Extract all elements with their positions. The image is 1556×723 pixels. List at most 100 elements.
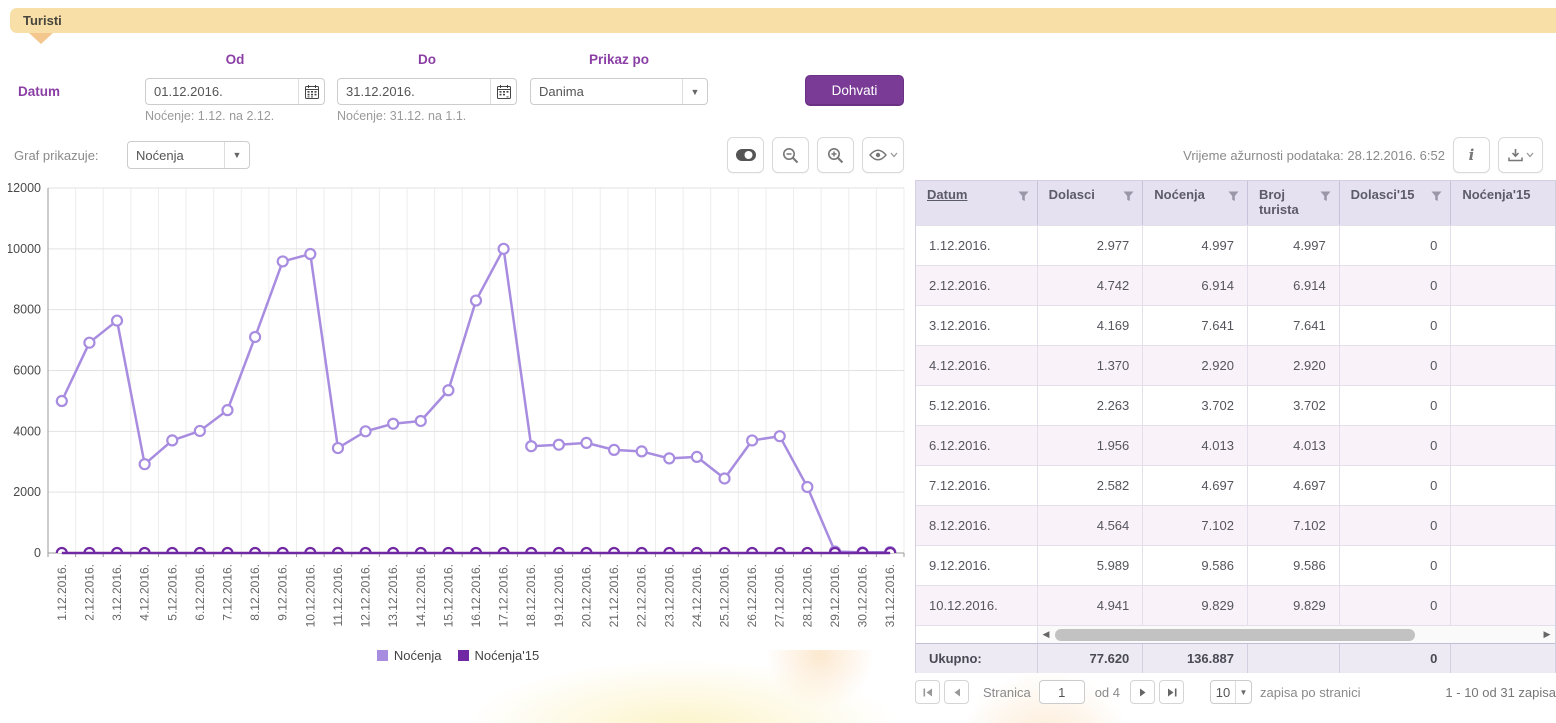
table-row[interactable]: 6.12.2016.1.9564.0134.0130: [916, 425, 1555, 465]
zoom-in-button[interactable]: [817, 137, 854, 173]
column-header-0[interactable]: Datum: [916, 181, 1038, 225]
svg-text:31.12.2016.: 31.12.2016.: [883, 564, 897, 627]
first-page-button[interactable]: [915, 680, 940, 704]
filter-icon[interactable]: [1320, 191, 1331, 202]
svg-text:2.12.2016.: 2.12.2016.: [82, 564, 96, 621]
table-row[interactable]: 9.12.2016.5.9899.5869.5860: [916, 545, 1555, 585]
svg-text:1.12.2016.: 1.12.2016.: [55, 564, 69, 621]
svg-text:20.12.2016.: 20.12.2016.: [579, 564, 593, 627]
table-cell: 2.582: [1038, 466, 1144, 505]
scrollbar-track[interactable]: ◀ ▶: [1038, 626, 1555, 643]
table-cell: 7.641: [1248, 306, 1340, 345]
zoom-out-button[interactable]: [772, 137, 809, 173]
footer-total: 77.620: [1038, 644, 1144, 673]
column-header-label: Noćenja'15: [1462, 188, 1548, 203]
table-cell: 0: [1340, 546, 1452, 585]
prev-page-button[interactable]: [944, 680, 969, 704]
svg-text:11.12.2016.: 11.12.2016.: [331, 564, 345, 627]
graf-prikazuje-select[interactable]: Noćenja ▼: [127, 141, 250, 169]
page-total-label: od 4: [1095, 685, 1120, 700]
filter-icon[interactable]: [1431, 191, 1442, 202]
page-size-value: 10: [1211, 681, 1236, 703]
svg-text:8000: 8000: [13, 303, 41, 317]
scrollbar-thumb[interactable]: [1055, 629, 1415, 641]
table-cell: 0: [1340, 346, 1452, 385]
table-row[interactable]: 2.12.2016.4.7426.9146.9140: [916, 265, 1555, 305]
info-icon: i: [1469, 146, 1475, 164]
column-header-label: Dolasci: [1049, 188, 1113, 203]
table-row[interactable]: 1.12.2016.2.9774.9974.9970: [916, 225, 1555, 265]
last-page-button[interactable]: [1159, 680, 1184, 704]
table-cell: 4.169: [1038, 306, 1144, 345]
visibility-menu-button[interactable]: [862, 137, 904, 173]
prikaz-po-label: Prikaz po: [530, 52, 708, 67]
table-cell: 10.12.2016.: [916, 586, 1038, 625]
date-from-calendar-button[interactable]: [298, 79, 324, 104]
date-to-calendar-button[interactable]: [490, 79, 516, 104]
table-cell: [1451, 226, 1555, 265]
scroll-right-arrow[interactable]: ▶: [1539, 629, 1555, 640]
table-cell: 4.564: [1038, 506, 1144, 545]
column-header-label: Noćenja: [1154, 188, 1223, 203]
first-page-icon: [923, 688, 933, 697]
svg-text:25.12.2016.: 25.12.2016.: [718, 564, 732, 627]
column-header-label: Dolasci'15: [1351, 188, 1433, 203]
table-footer-row: Ukupno:77.620136.8870: [916, 643, 1555, 673]
svg-text:21.12.2016.: 21.12.2016.: [607, 564, 621, 627]
table-cell: [1451, 546, 1555, 585]
graf-prikazuje-label: Graf prikazuje:: [14, 148, 99, 163]
table-cell: 4.997: [1143, 226, 1248, 265]
tab-pointer: [29, 33, 53, 44]
page-size-select[interactable]: 10 ▼: [1210, 680, 1252, 704]
filter-icon[interactable]: [1018, 191, 1029, 202]
table-cell: [1451, 466, 1555, 505]
table-cell: 0: [1340, 226, 1452, 265]
legend-item[interactable]: Noćenja: [377, 648, 442, 663]
tab-turisti[interactable]: Turisti: [10, 8, 1556, 33]
date-to-input[interactable]: 31.12.2016.: [338, 79, 490, 104]
table-row[interactable]: 4.12.2016.1.3702.9202.9200: [916, 345, 1555, 385]
data-table: Datum Dolasci Noćenja Broj turista Dolasci'1…: [915, 180, 1556, 673]
zoom-in-icon: [827, 147, 844, 164]
toggle-markers-button[interactable]: [727, 137, 764, 173]
column-header-5[interactable]: Noćenja'15: [1451, 181, 1555, 225]
table-body: 1.12.2016.2.9774.9974.99702.12.2016.4.74…: [916, 225, 1555, 625]
table-cell: 4.941: [1038, 586, 1144, 625]
date-from-input[interactable]: 01.12.2016.: [146, 79, 298, 104]
column-header-2[interactable]: Noćenja: [1143, 181, 1248, 225]
table-row[interactable]: 5.12.2016.2.2633.7023.7020: [916, 385, 1555, 425]
filter-icon[interactable]: [1123, 191, 1134, 202]
chevron-down-icon: ▼: [683, 79, 707, 104]
dohvati-button[interactable]: Dohvati: [805, 75, 904, 106]
column-header-3[interactable]: Broj turista: [1248, 181, 1340, 225]
date-from-field: 01.12.2016.: [145, 78, 325, 105]
info-button[interactable]: i: [1453, 137, 1490, 173]
svg-text:12000: 12000: [8, 182, 41, 195]
do-label: Do: [337, 52, 517, 67]
table-cell: 2.920: [1143, 346, 1248, 385]
table-row[interactable]: 8.12.2016.4.5647.1027.1020: [916, 505, 1555, 545]
table-cell: 3.12.2016.: [916, 306, 1038, 345]
legend-label: Noćenja: [394, 648, 442, 663]
column-header-1[interactable]: Dolasci: [1038, 181, 1144, 225]
table-cell: 1.12.2016.: [916, 226, 1038, 265]
legend-swatch: [458, 650, 469, 661]
export-menu-button[interactable]: [1498, 137, 1543, 173]
legend-item[interactable]: Noćenja'15: [458, 648, 540, 663]
svg-text:27.12.2016.: 27.12.2016.: [773, 564, 787, 627]
calendar-icon: [497, 85, 511, 99]
table-cell: 3.702: [1143, 386, 1248, 425]
scroll-left-arrow[interactable]: ◀: [1038, 629, 1054, 640]
page-number-input[interactable]: 1: [1039, 680, 1085, 704]
pagination-bar: Stranica 1 od 4 10 ▼ zapisa po stranici …: [915, 678, 1556, 706]
prikaz-po-select[interactable]: Danima ▼: [530, 78, 708, 105]
table-cell: 4.997: [1248, 226, 1340, 265]
next-page-button[interactable]: [1130, 680, 1155, 704]
table-row[interactable]: 3.12.2016.4.1697.6417.6410: [916, 305, 1555, 345]
column-header-4[interactable]: Dolasci'15: [1340, 181, 1452, 225]
table-cell: 7.102: [1248, 506, 1340, 545]
svg-text:29.12.2016.: 29.12.2016.: [828, 564, 842, 627]
table-row[interactable]: 10.12.2016.4.9419.8299.8290: [916, 585, 1555, 625]
table-row[interactable]: 7.12.2016.2.5824.6974.6970: [916, 465, 1555, 505]
filter-icon[interactable]: [1228, 191, 1239, 202]
